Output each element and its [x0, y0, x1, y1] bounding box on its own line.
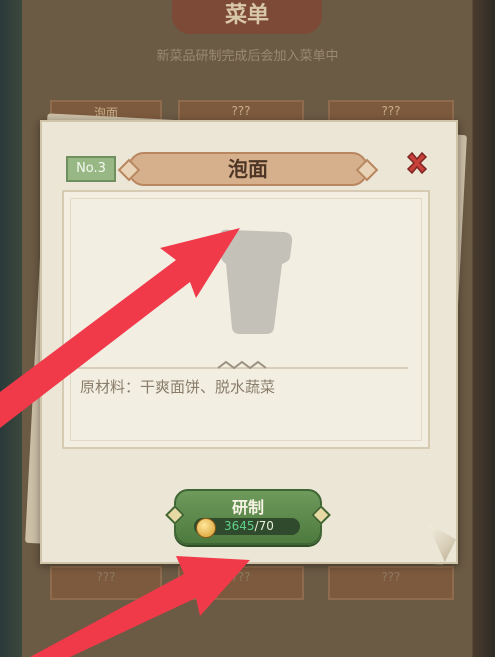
cost-required: /70	[254, 519, 274, 533]
ingredients-list: 干爽面饼、脱水蔬菜	[140, 378, 276, 396]
research-button-label: 研制	[231, 498, 264, 517]
menu-card: ???	[178, 566, 304, 600]
dish-title: 泡面	[228, 157, 268, 181]
menu-subtitle: 新菜品研制完成后会加入菜单中	[156, 49, 339, 64]
ingredients-text: 原材料：干爽面饼、脱水蔬菜	[80, 376, 275, 397]
cost-owned: 3645	[224, 519, 255, 533]
cost-text: 3645/70	[224, 519, 274, 533]
menu-card: ???	[50, 566, 162, 600]
dish-title-bar: 泡面	[128, 152, 368, 186]
ingredients-prefix: 原材料：	[80, 378, 141, 396]
menu-card-label: ???	[381, 570, 401, 584]
research-button[interactable]: 研制 3645/70	[174, 489, 322, 545]
noodle-cup-silhouette-icon	[216, 228, 294, 336]
menu-card-label: ???	[231, 570, 251, 584]
close-icon[interactable]	[402, 148, 432, 178]
bg-right-strip	[473, 0, 495, 657]
recipe-number-badge: No.3	[66, 156, 116, 182]
menu-title: 菜单	[224, 3, 269, 28]
coin-icon	[196, 518, 216, 538]
menu-card-label: ???	[231, 104, 251, 118]
menu-title-banner: 菜单	[172, 0, 322, 34]
menu-card-label: ???	[381, 104, 401, 118]
menu-card: ???	[328, 566, 454, 600]
menu-card-label: ???	[96, 570, 116, 584]
ornamental-divider	[78, 358, 408, 372]
